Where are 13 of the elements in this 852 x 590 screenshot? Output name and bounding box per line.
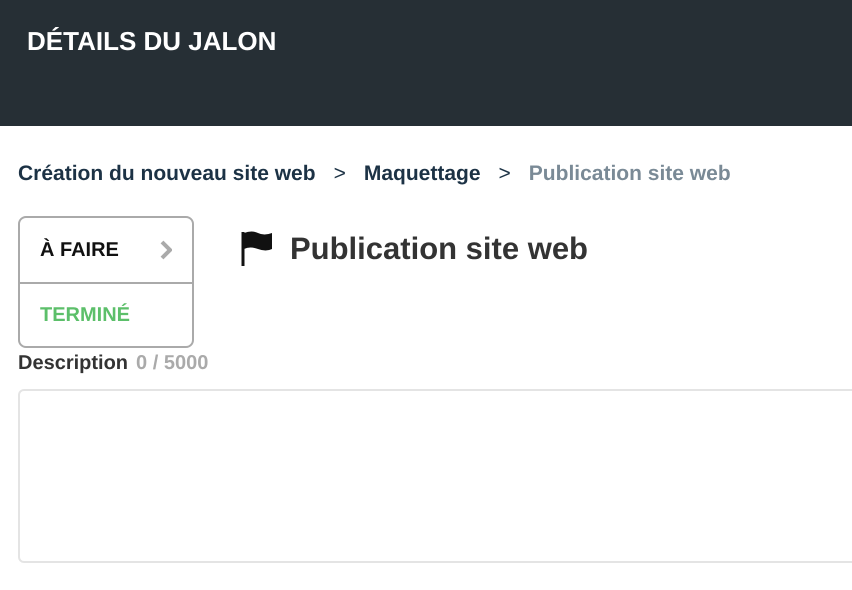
milestone-title: Publication site web — [290, 231, 588, 267]
breadcrumb-link[interactable]: Maquettage — [364, 162, 481, 186]
page-title: DÉTAILS DU JALON — [27, 26, 276, 57]
breadcrumb-separator: > — [334, 162, 346, 186]
flag-icon — [240, 230, 274, 268]
current-page-label: Publication site web — [528, 162, 731, 186]
chevron-icon — [160, 240, 172, 260]
description-field[interactable] — [18, 389, 852, 563]
character-counter: 0 / 5000 — [136, 352, 208, 375]
description-label: Description — [18, 352, 128, 375]
breadcrumb-link[interactable]: Création du nouveau site web — [18, 162, 316, 186]
status-option[interactable]: À FAIRE — [20, 218, 192, 282]
breadcrumb-separator: > — [498, 162, 511, 186]
